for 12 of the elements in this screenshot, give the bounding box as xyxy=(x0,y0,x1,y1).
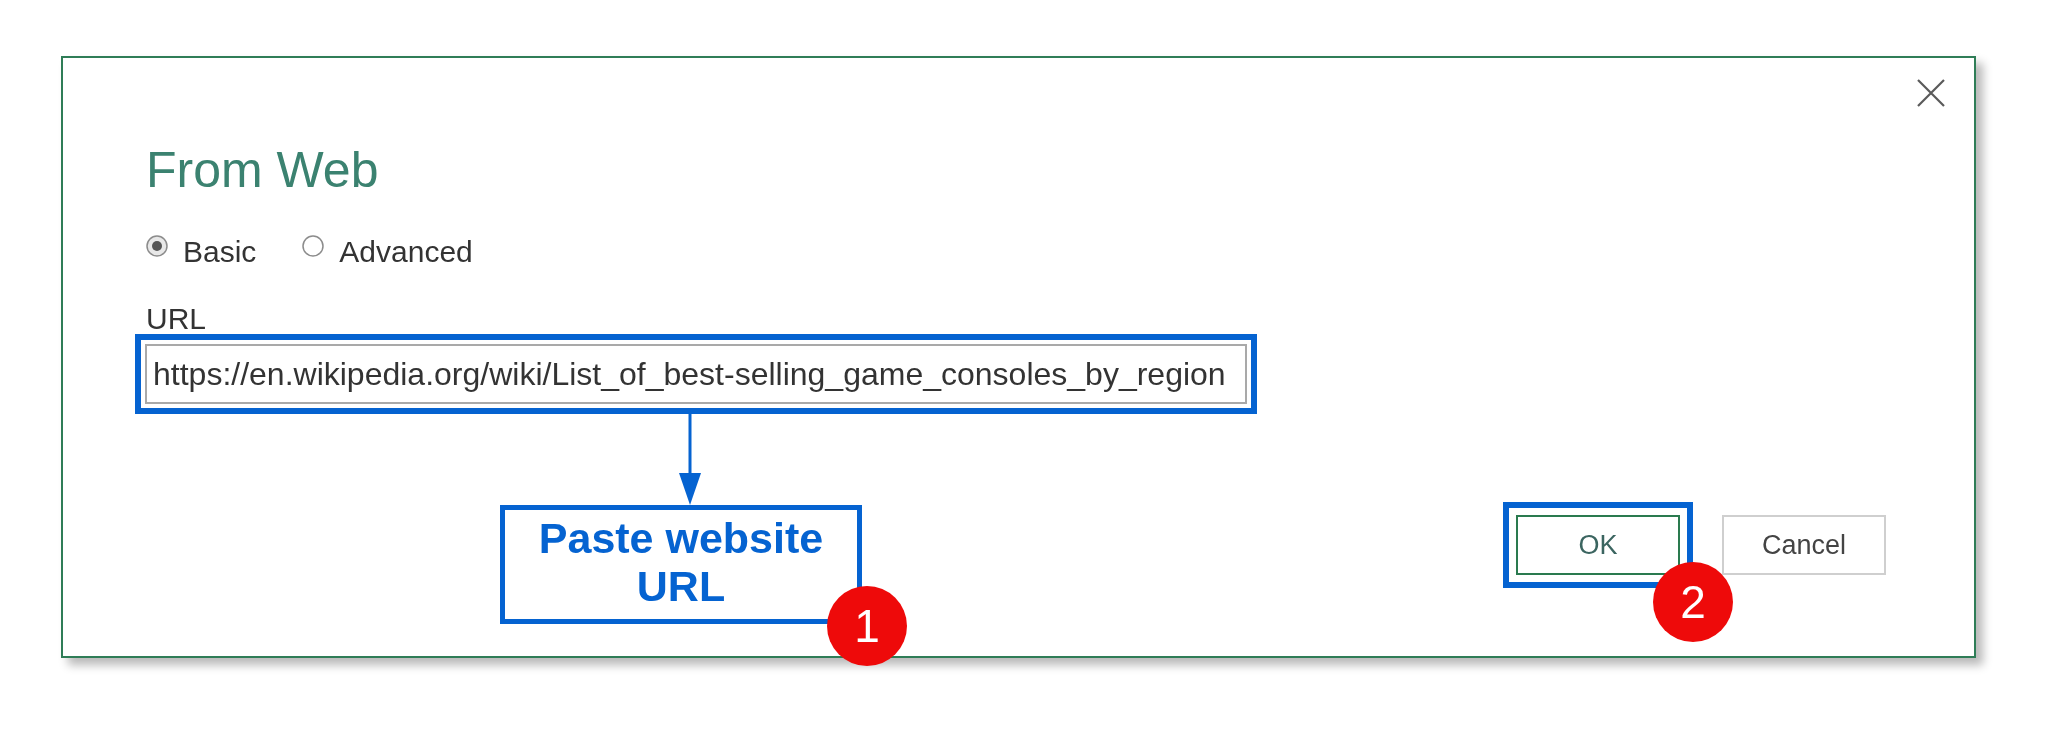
cancel-button[interactable]: Cancel xyxy=(1722,515,1886,575)
ok-button[interactable]: OK xyxy=(1516,515,1680,575)
field-label: URL xyxy=(146,304,206,334)
close-icon xyxy=(1916,78,1946,108)
url-input[interactable]: https://en.wikipedia.org/wiki/List_of_best-selling_game_consoles_by_region xyxy=(145,344,1247,404)
radio-label[interactable]: Advanced xyxy=(339,234,473,270)
step-badge: 2 xyxy=(1653,562,1733,642)
radio-button[interactable] xyxy=(146,235,168,257)
close-button[interactable] xyxy=(1916,78,1946,108)
radio-label[interactable]: Basic xyxy=(183,234,257,270)
dialog-title: From Web xyxy=(146,141,379,200)
radio-button[interactable] xyxy=(302,235,325,257)
